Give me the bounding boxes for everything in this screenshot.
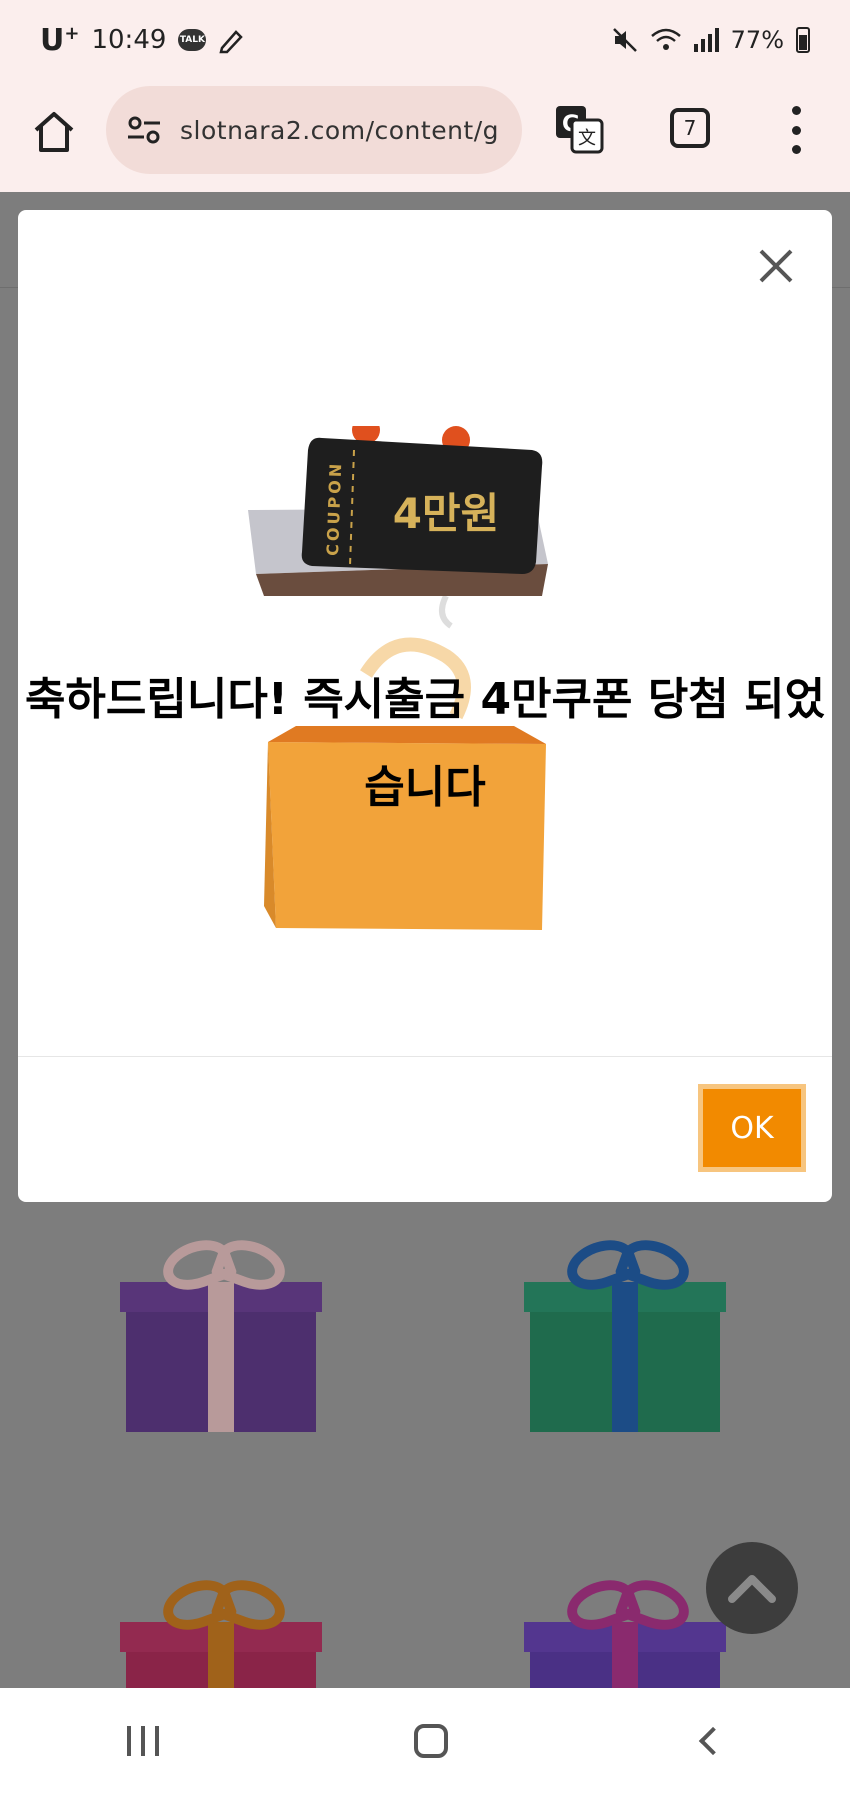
chevron-up-icon (728, 1575, 776, 1603)
kakaotalk-notification-icon: TALK (178, 29, 207, 51)
browser-toolbar: slotnara2.com/content/g G文 7 (0, 80, 850, 192)
more-vert-icon[interactable] (784, 106, 808, 154)
home-icon[interactable] (30, 108, 78, 156)
translate-icon[interactable]: G文 (554, 104, 604, 154)
site-settings-icon[interactable] (126, 115, 162, 145)
svg-text:文: 文 (578, 128, 596, 149)
wifi-icon (650, 28, 681, 50)
coupon-label: COUPON (323, 460, 345, 556)
gift-box-green[interactable] (524, 1231, 726, 1432)
scroll-to-top-button[interactable] (706, 1542, 798, 1634)
address-bar[interactable]: slotnara2.com/content/g (106, 86, 522, 174)
modal-divider (18, 1056, 832, 1057)
close-icon[interactable] (756, 246, 796, 286)
coupon-amount: 4만원 (393, 489, 500, 538)
ok-button[interactable]: OK (698, 1084, 806, 1172)
nav-home-icon[interactable] (413, 1724, 448, 1758)
gift-box-purple[interactable] (120, 1231, 322, 1432)
clock: 10:49 (91, 25, 167, 55)
status-bar: U+ 10:49 TALK 77% (0, 0, 850, 80)
recent-apps-icon[interactable] (127, 1726, 160, 1756)
tabs-icon[interactable]: 7 (670, 108, 710, 148)
edit-notification-icon (219, 30, 244, 54)
carrier-label: U+ (40, 22, 80, 58)
battery-icon (796, 27, 810, 53)
coupon-modal: COUPON 4만원 축하드립니다! 즉시출금 4만쿠폰 당첨 되었습니다 OK (18, 210, 832, 1202)
url-text[interactable]: slotnara2.com/content/g (180, 116, 499, 145)
back-icon[interactable] (698, 1726, 727, 1756)
mute-icon (612, 28, 637, 52)
battery-percent: 77% (730, 26, 784, 54)
signal-icon (693, 28, 719, 52)
system-nav-bar (0, 1688, 850, 1794)
modal-body: COUPON 4만원 축하드립니다! 즉시출금 4만쿠폰 당첨 되었습니다 (18, 210, 832, 1056)
congrats-message: 축하드립니다! 즉시출금 4만쿠폰 당첨 되었습니다 (24, 674, 826, 813)
